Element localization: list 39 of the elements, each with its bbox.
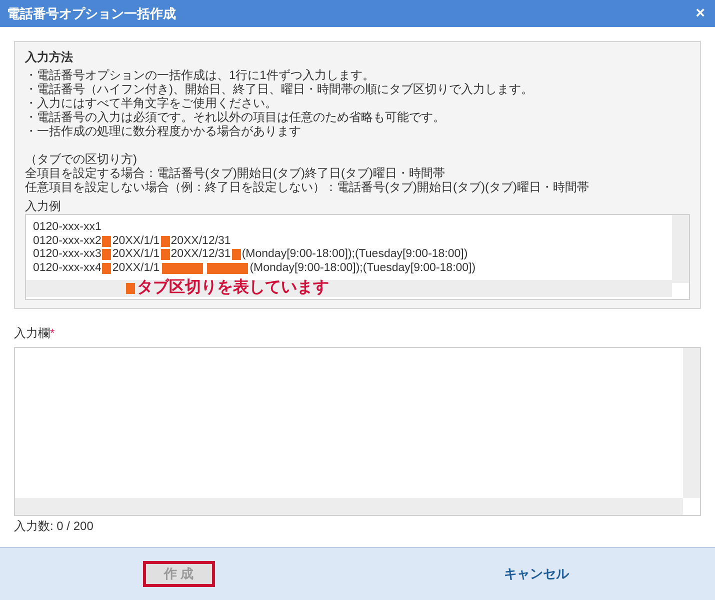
tab-mark [126,282,135,294]
tab-mark [102,249,112,260]
example-text: 20XX/1/1 [112,262,160,275]
tab-mark [160,249,170,260]
example-text: 0120-xxx-xx2 [33,234,102,248]
instruction-text: ・電話番号（ハイフン付き)、開始日、終了日、曜日・時間帯の順にタブ区切りで入力します。 [25,82,534,96]
tab-mark [102,236,112,247]
section-heading: 入力方法 [25,50,74,64]
required-mark: * [50,325,55,342]
input-count: 入力数: 0 / 200 [14,518,94,535]
instruction-text: ・入力にはすべて半角文字をご使用ください。 [25,96,278,110]
example-text: 0120-xxx-xx4 [33,262,102,275]
example-text: 20XX/12/31 [170,234,231,248]
instruction-text: 全項目を設定する場合：電話番号(タブ)開始日(タブ)終了日(タブ)曜日・時間帯 [25,166,446,180]
vertical-scrollbar [672,215,689,283]
instruction-text: ・一括作成の処理に数分程度かかる場合があります [25,124,302,138]
field-label: 入力欄 [14,325,50,342]
input-field[interactable] [14,347,701,516]
example-text: 20XX/1/1 [112,248,160,262]
tab-mark [162,262,203,274]
tab-mark [160,236,170,247]
legend-text: タブ区切りを表しています [137,279,329,297]
window-title: 電話番号オプション一括作成 [7,4,176,23]
tab-mark [206,262,248,274]
example-text: 20XX/12/31 [170,248,231,262]
instruction-text: （タブでの区切り方) [25,152,138,166]
example-text: 0120-xxx-xx3 [33,248,102,262]
tab-mark [232,249,241,260]
instruction-text: ・電話番号の入力は必須です。それ以外の項目は任意のため省略も可能です。 [25,110,446,124]
instruction-text: ・電話番号オプションの一括作成は、1行に1件ずつ入力します。 [25,68,376,82]
cancel-button[interactable]: キャンセル [492,561,580,587]
field-label: 入力例 [25,199,62,213]
close-button[interactable]: × [696,6,705,22]
example-text: 0120-xxx-xx1 [33,221,102,234]
example-text: (Monday[9:00-18:00]);(Tuesday[9:00-18:00]) [250,262,476,275]
example-text: (Monday[9:00-18:00]);(Tuesday[9:00-18:00]) [242,248,468,262]
tab-mark [102,262,112,274]
instruction-text: 任意項目を設定しない場合（例：終了日を設定しない）：電話番号(タブ)開始日(タブ)(タブ)曜日・時間帯 [25,180,590,194]
example-text: 20XX/1/1 [112,234,160,248]
